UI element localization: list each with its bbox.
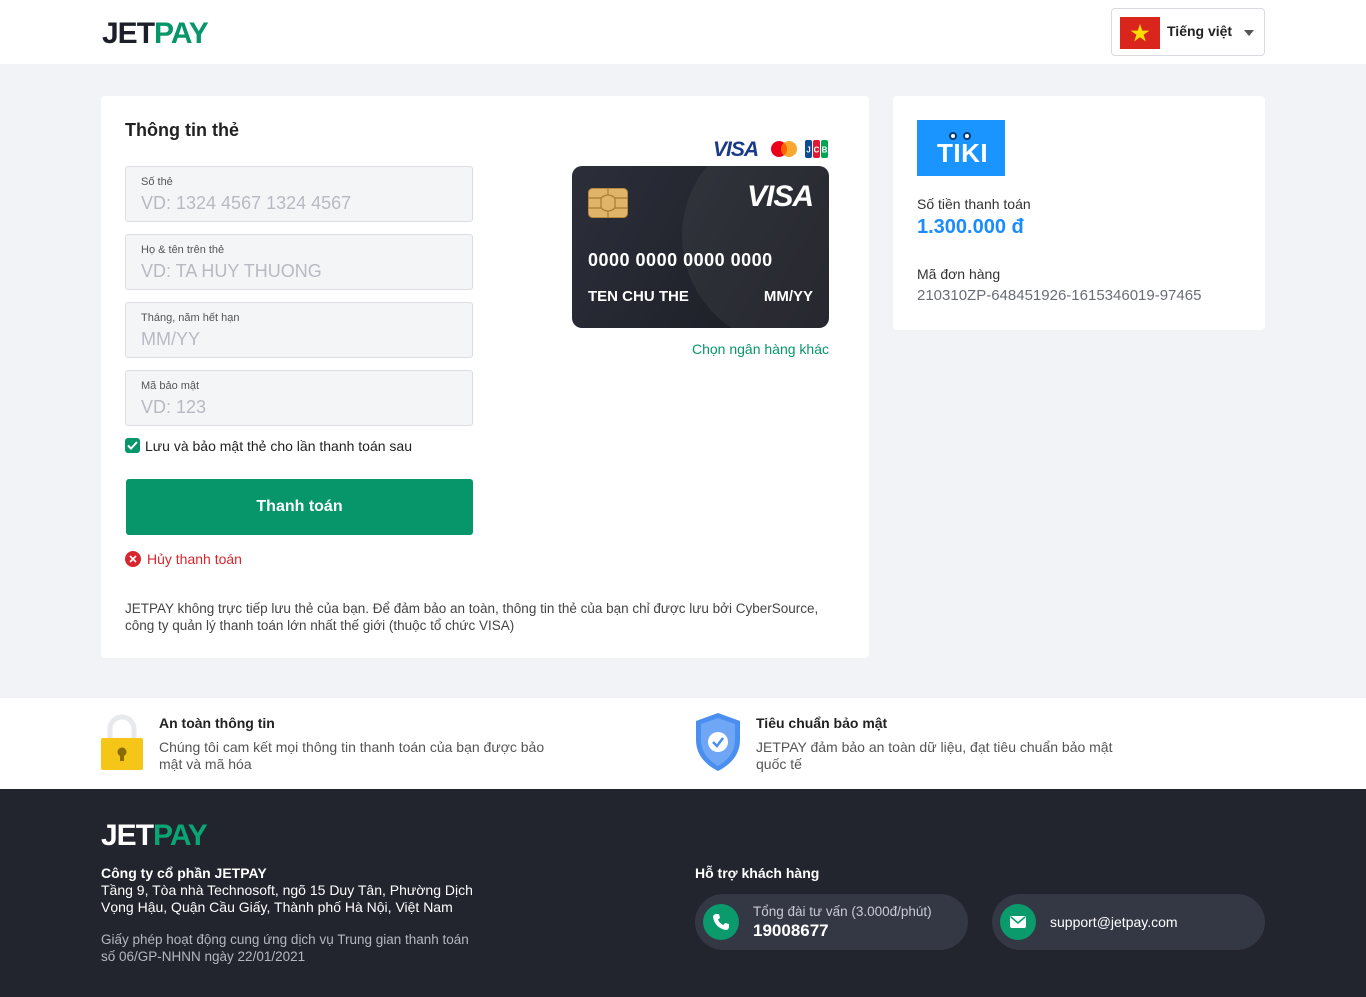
mail-icon bbox=[1000, 904, 1036, 940]
card-chip-icon bbox=[588, 188, 628, 218]
support-title: Hỗ trợ khách hàng bbox=[695, 865, 820, 881]
hotline-number[interactable]: 19008677 bbox=[753, 921, 829, 941]
card-preview-expiry: MM/YY bbox=[763, 288, 813, 305]
cvv-label: Mã bảo mật bbox=[141, 380, 200, 392]
security-strip: An toàn thông tin Chúng tôi cam kết mọi … bbox=[0, 698, 1366, 789]
security-text-1: Chúng tôi cam kết mọi thông tin thanh to… bbox=[159, 739, 545, 772]
company-address: Tầng 9, Tòa nhà Technosoft, ngõ 15 Duy T… bbox=[101, 882, 473, 915]
lock-icon bbox=[101, 714, 143, 770]
amount-value: 1.300.000 đ bbox=[917, 216, 1024, 238]
security-notice: JETPAY không trực tiếp lưu thẻ của bạn. … bbox=[125, 601, 819, 633]
svg-text:C: C bbox=[814, 146, 820, 155]
hotline-contact[interactable]: Tổng đài tư vấn (3.000đ/phút) 19008677 bbox=[695, 894, 968, 950]
amount-label: Số tiền thanh toán bbox=[917, 196, 1031, 212]
mastercard-logo-icon bbox=[771, 141, 797, 157]
phone-icon bbox=[703, 904, 739, 940]
visa-logo-icon: VISA bbox=[713, 138, 759, 161]
order-code-label: Mã đơn hàng bbox=[917, 266, 1001, 282]
card-number-label: Số thẻ bbox=[141, 176, 173, 188]
language-label: Tiếng việt bbox=[1167, 23, 1233, 39]
email-contact[interactable]: support@jetpay.com bbox=[992, 894, 1265, 950]
security-title-1: An toàn thông tin bbox=[159, 715, 275, 731]
language-selector[interactable]: Tiếng việt bbox=[1111, 8, 1265, 56]
cvv-input[interactable] bbox=[141, 397, 461, 418]
choose-other-bank-link[interactable]: Chọn ngân hàng khác bbox=[692, 341, 829, 357]
card-number-field[interactable]: Số thẻ bbox=[125, 166, 473, 222]
save-card-label[interactable]: Lưu và bảo mật thẻ cho lần thanh toán sa… bbox=[145, 438, 412, 454]
hotline-label: Tổng đài tư vấn (3.000đ/phút) bbox=[753, 904, 932, 919]
shield-check-icon bbox=[696, 713, 740, 771]
footer-logo: JETPAY bbox=[101, 819, 208, 852]
security-text-2: JETPAY đảm bảo an toàn dữ liệu, đạt tiêu… bbox=[756, 739, 1113, 772]
accepted-brands: VISA JCB bbox=[713, 138, 829, 161]
save-card-checkbox[interactable] bbox=[125, 438, 140, 453]
company-name: Công ty cổ phần JETPAY bbox=[101, 865, 267, 881]
expiry-field[interactable]: Tháng, năm hết hạn bbox=[125, 302, 473, 358]
card-info-panel: Thông tin thẻ Số thẻ Họ & tên trên thẻ T… bbox=[101, 96, 869, 658]
security-title-2: Tiêu chuẩn bảo mật bbox=[756, 715, 888, 731]
card-holder-field[interactable]: Họ & tên trên thẻ bbox=[125, 234, 473, 290]
jetpay-logo[interactable]: JETPAY bbox=[102, 16, 209, 52]
page-footer: JETPAY Công ty cổ phần JETPAY Tầng 9, Tò… bbox=[0, 789, 1366, 997]
expiry-input[interactable] bbox=[141, 329, 461, 350]
card-brand-logo: VISA bbox=[746, 180, 814, 213]
chevron-down-icon bbox=[1244, 30, 1254, 36]
support-email[interactable]: support@jetpay.com bbox=[1050, 914, 1178, 930]
svg-text:J: J bbox=[806, 146, 810, 155]
card-preview: VISA 0000 0000 0000 0000 TEN CHU THE MM/… bbox=[572, 166, 829, 328]
pay-button[interactable]: Thanh toán bbox=[126, 479, 473, 535]
panel-title: Thông tin thẻ bbox=[125, 120, 239, 140]
svg-text:B: B bbox=[822, 146, 828, 155]
card-preview-number: 0000 0000 0000 0000 bbox=[588, 250, 773, 270]
order-summary-panel: TIKI Số tiền thanh toán 1.300.000 đ Mã đ… bbox=[893, 96, 1265, 330]
card-preview-holder: TEN CHU THE bbox=[588, 288, 689, 305]
order-code-value: 210310ZP-648451926-1615346019-97465 bbox=[917, 287, 1202, 304]
company-license: Giấy phép hoạt động cung ứng dịch vụ Tru… bbox=[101, 932, 469, 964]
cancel-label: Hủy thanh toán bbox=[147, 551, 242, 567]
vietnam-flag-icon bbox=[1120, 17, 1160, 49]
card-holder-label: Họ & tên trên thẻ bbox=[141, 244, 225, 256]
expiry-label: Tháng, năm hết hạn bbox=[141, 312, 240, 324]
top-header: JETPAY Tiếng việt bbox=[0, 0, 1366, 64]
cvv-field[interactable]: Mã bảo mật bbox=[125, 370, 473, 426]
cancel-x-icon bbox=[125, 551, 141, 567]
jcb-logo-icon: JCB bbox=[805, 140, 828, 158]
card-number-input[interactable] bbox=[141, 193, 461, 214]
merchant-logo-text: TIKI bbox=[937, 138, 989, 168]
card-holder-input[interactable] bbox=[141, 261, 461, 282]
merchant-logo: TIKI bbox=[917, 120, 1005, 176]
